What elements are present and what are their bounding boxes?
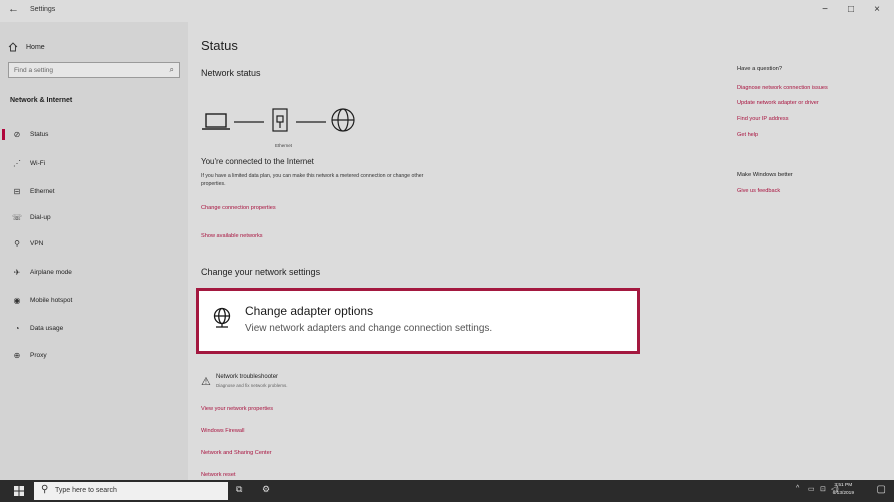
sidebar-item-proxy[interactable]: ⊕ Proxy <box>0 344 188 366</box>
change-adapter-options-button[interactable]: Change adapter options View network adap… <box>196 288 640 354</box>
hotspot-icon: ◉ <box>13 295 21 305</box>
sidebar-item-label: Status <box>30 130 49 138</box>
windows-firewall-link[interactable]: Windows Firewall <box>201 428 245 434</box>
sidebar-home[interactable]: Home <box>8 42 45 52</box>
troubleshooter-title: Network troubleshooter <box>216 374 279 380</box>
sidebar-item-label: Wi-Fi <box>30 159 46 167</box>
taskbar-time: 3:51 PM <box>834 483 853 488</box>
update-adapter-link[interactable]: Update network adapter or driver <box>737 100 819 106</box>
vpn-icon: ⚲ <box>14 238 20 248</box>
sidebar-item-wifi[interactable]: ⋰ Wi-Fi <box>0 152 188 174</box>
taskbar-search-icon: ⚲ <box>41 484 49 495</box>
main-content: Status Network status Ethernet You're co… <box>188 22 894 480</box>
network-reset-link[interactable]: Network reset <box>201 472 236 478</box>
status-icon: ⊘ <box>13 129 21 139</box>
tray-chevron-up-icon[interactable]: ^ <box>796 485 799 492</box>
sidebar-item-label: Proxy <box>30 351 47 359</box>
view-network-properties-link[interactable]: View your network properties <box>201 406 273 412</box>
windows-start-icon[interactable] <box>14 486 24 496</box>
minimize-button[interactable]: − <box>816 4 834 15</box>
settings-window: ← Settings − □ × Home Find a setting ⌕ N… <box>0 0 894 480</box>
wifi-icon: ⋰ <box>13 158 21 168</box>
network-status-heading: Network status <box>201 68 261 78</box>
page-title: Status <box>201 38 238 53</box>
ethernet-port-icon <box>272 108 288 132</box>
taskbar-date: 6/13/2019 <box>832 491 854 496</box>
section-heading: Network & Internet <box>10 97 73 104</box>
sidebar: Home Find a setting ⌕ Network & Internet… <box>0 22 188 480</box>
find-setting-input[interactable]: Find a setting ⌕ <box>8 62 180 78</box>
taskbar-clock[interactable]: 3:51 PM 6/13/2019 <box>833 482 854 498</box>
close-button[interactable]: × <box>868 4 886 15</box>
computer-icon <box>202 113 230 130</box>
settings-gear-icon[interactable]: ⚙ <box>262 484 270 495</box>
warning-icon: ⚠ <box>201 376 211 388</box>
back-arrow-icon[interactable]: ← <box>8 3 19 15</box>
sidebar-home-label: Home <box>26 43 45 51</box>
make-windows-better-heading: Make Windows better <box>737 172 793 178</box>
diagnose-connection-link[interactable]: Diagnose network connection issues <box>737 85 828 91</box>
network-sharing-center-link[interactable]: Network and Sharing Center <box>201 450 272 456</box>
sidebar-item-dialup[interactable]: ☏ Dial-up <box>0 206 188 228</box>
change-connection-properties-link[interactable]: Change connection properties <box>201 205 276 211</box>
notification-icon[interactable]: ▢ <box>877 484 886 495</box>
data-usage-icon: ◔ <box>14 323 20 333</box>
have-a-question-heading: Have a question? <box>737 66 783 72</box>
maximize-button[interactable]: □ <box>842 4 860 15</box>
find-setting-placeholder: Find a setting <box>14 67 54 74</box>
sidebar-item-mobile-hotspot[interactable]: ◉ Mobile hotspot <box>0 289 188 311</box>
sidebar-item-label: Data usage <box>30 324 64 332</box>
adapter-globe-icon <box>213 307 231 328</box>
sidebar-item-label: Airplane mode <box>30 268 72 276</box>
troubleshooter-subtitle: Diagnose and fix network problems. <box>216 383 288 388</box>
sidebar-item-status[interactable]: ⊘ Status <box>0 123 188 145</box>
dialup-icon: ☏ <box>11 212 22 222</box>
connected-heading: You're connected to the Internet <box>201 157 314 166</box>
taskbar-search-placeholder: Type here to search <box>55 487 117 494</box>
window-title: Settings <box>30 6 56 13</box>
ethernet-icon: ⊟ <box>13 186 21 196</box>
battery-icon[interactable]: ▭ <box>808 485 815 493</box>
sidebar-item-vpn[interactable]: ⚲ VPN <box>0 232 188 254</box>
proxy-icon: ⊕ <box>13 350 21 360</box>
sidebar-item-airplane-mode[interactable]: ✈ Airplane mode <box>0 261 188 283</box>
search-icon: ⌕ <box>169 65 174 74</box>
sidebar-item-data-usage[interactable]: ◔ Data usage <box>0 317 188 339</box>
title-bar: ← Settings − □ × <box>0 0 894 22</box>
get-help-link[interactable]: Get help <box>737 132 758 138</box>
network-diagram <box>202 108 355 132</box>
network-tray-icon[interactable]: ⊡ <box>820 485 826 493</box>
adapter-options-subtitle: View network adapters and change connect… <box>245 323 493 334</box>
sidebar-item-label: VPN <box>30 239 44 247</box>
globe-icon <box>331 108 355 132</box>
airplane-icon: ✈ <box>13 267 21 277</box>
sidebar-item-label: Dial-up <box>30 213 51 221</box>
connected-description: If you have a limited data plan, you can… <box>201 173 424 187</box>
home-icon <box>8 42 18 52</box>
task-view-icon[interactable]: ⧉ <box>236 484 242 495</box>
ethernet-caption: Ethernet <box>275 143 293 148</box>
find-ip-link[interactable]: Find your IP address <box>737 116 789 122</box>
taskbar: ⚲ Type here to search ⧉ ⚙ ^ ▭ ⊡ ◁) 3:51 … <box>0 480 894 502</box>
adapter-options-title: Change adapter options <box>245 304 374 318</box>
sidebar-item-label: Ethernet <box>30 187 55 195</box>
sidebar-item-ethernet[interactable]: ⊟ Ethernet <box>0 180 188 202</box>
change-network-settings-heading: Change your network settings <box>201 267 321 277</box>
show-available-networks-link[interactable]: Show available networks <box>201 233 263 239</box>
give-feedback-link[interactable]: Give us feedback <box>737 188 780 194</box>
sidebar-item-label: Mobile hotspot <box>30 296 73 304</box>
taskbar-search-box[interactable]: ⚲ Type here to search <box>34 482 228 500</box>
